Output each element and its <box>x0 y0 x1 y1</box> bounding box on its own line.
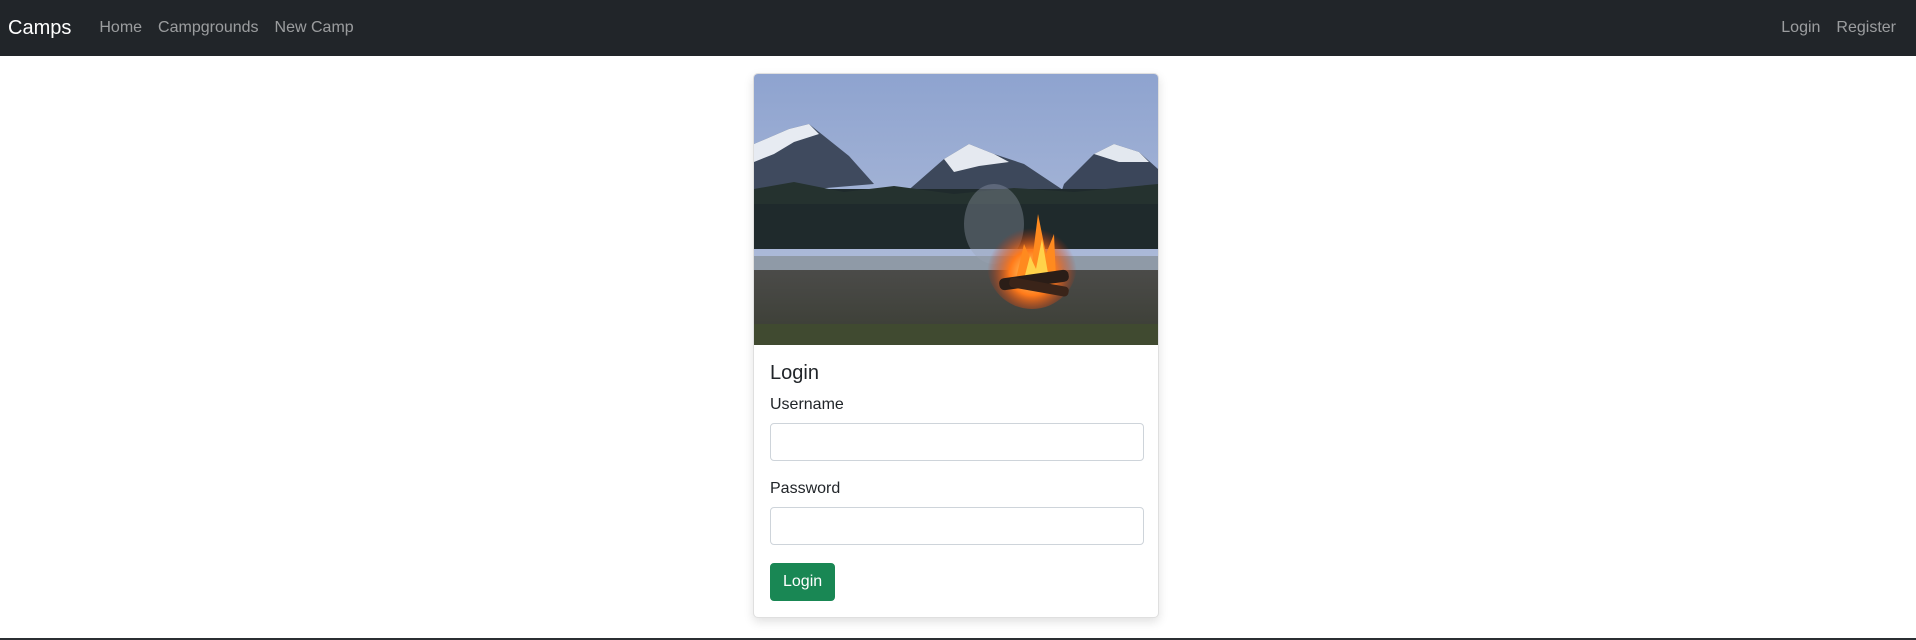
nav-link-register[interactable]: Register <box>1828 19 1904 37</box>
login-title: Login <box>770 362 819 384</box>
nav-links-right: Login Register <box>1773 19 1904 37</box>
brand-link[interactable]: Camps <box>8 17 71 40</box>
nav-link-new-camp[interactable]: New Camp <box>267 19 362 37</box>
nav-links-left: Home Campgrounds New Camp <box>91 19 361 37</box>
nav-link-campgrounds[interactable]: Campgrounds <box>150 19 267 37</box>
username-input[interactable] <box>770 423 1144 461</box>
password-input[interactable] <box>770 507 1144 545</box>
campfire-mountain-image <box>754 74 1158 345</box>
login-card: Login Username Password Login <box>753 73 1159 618</box>
password-label: Password <box>770 480 841 497</box>
username-label: Username <box>770 396 844 413</box>
nav-link-home[interactable]: Home <box>91 19 150 37</box>
nav-link-login[interactable]: Login <box>1773 19 1828 37</box>
login-button[interactable]: Login <box>770 563 836 601</box>
login-form: Login Username Password Login <box>754 345 1158 601</box>
top-navbar: Camps Home Campgrounds New Camp Login Re… <box>0 0 1916 56</box>
